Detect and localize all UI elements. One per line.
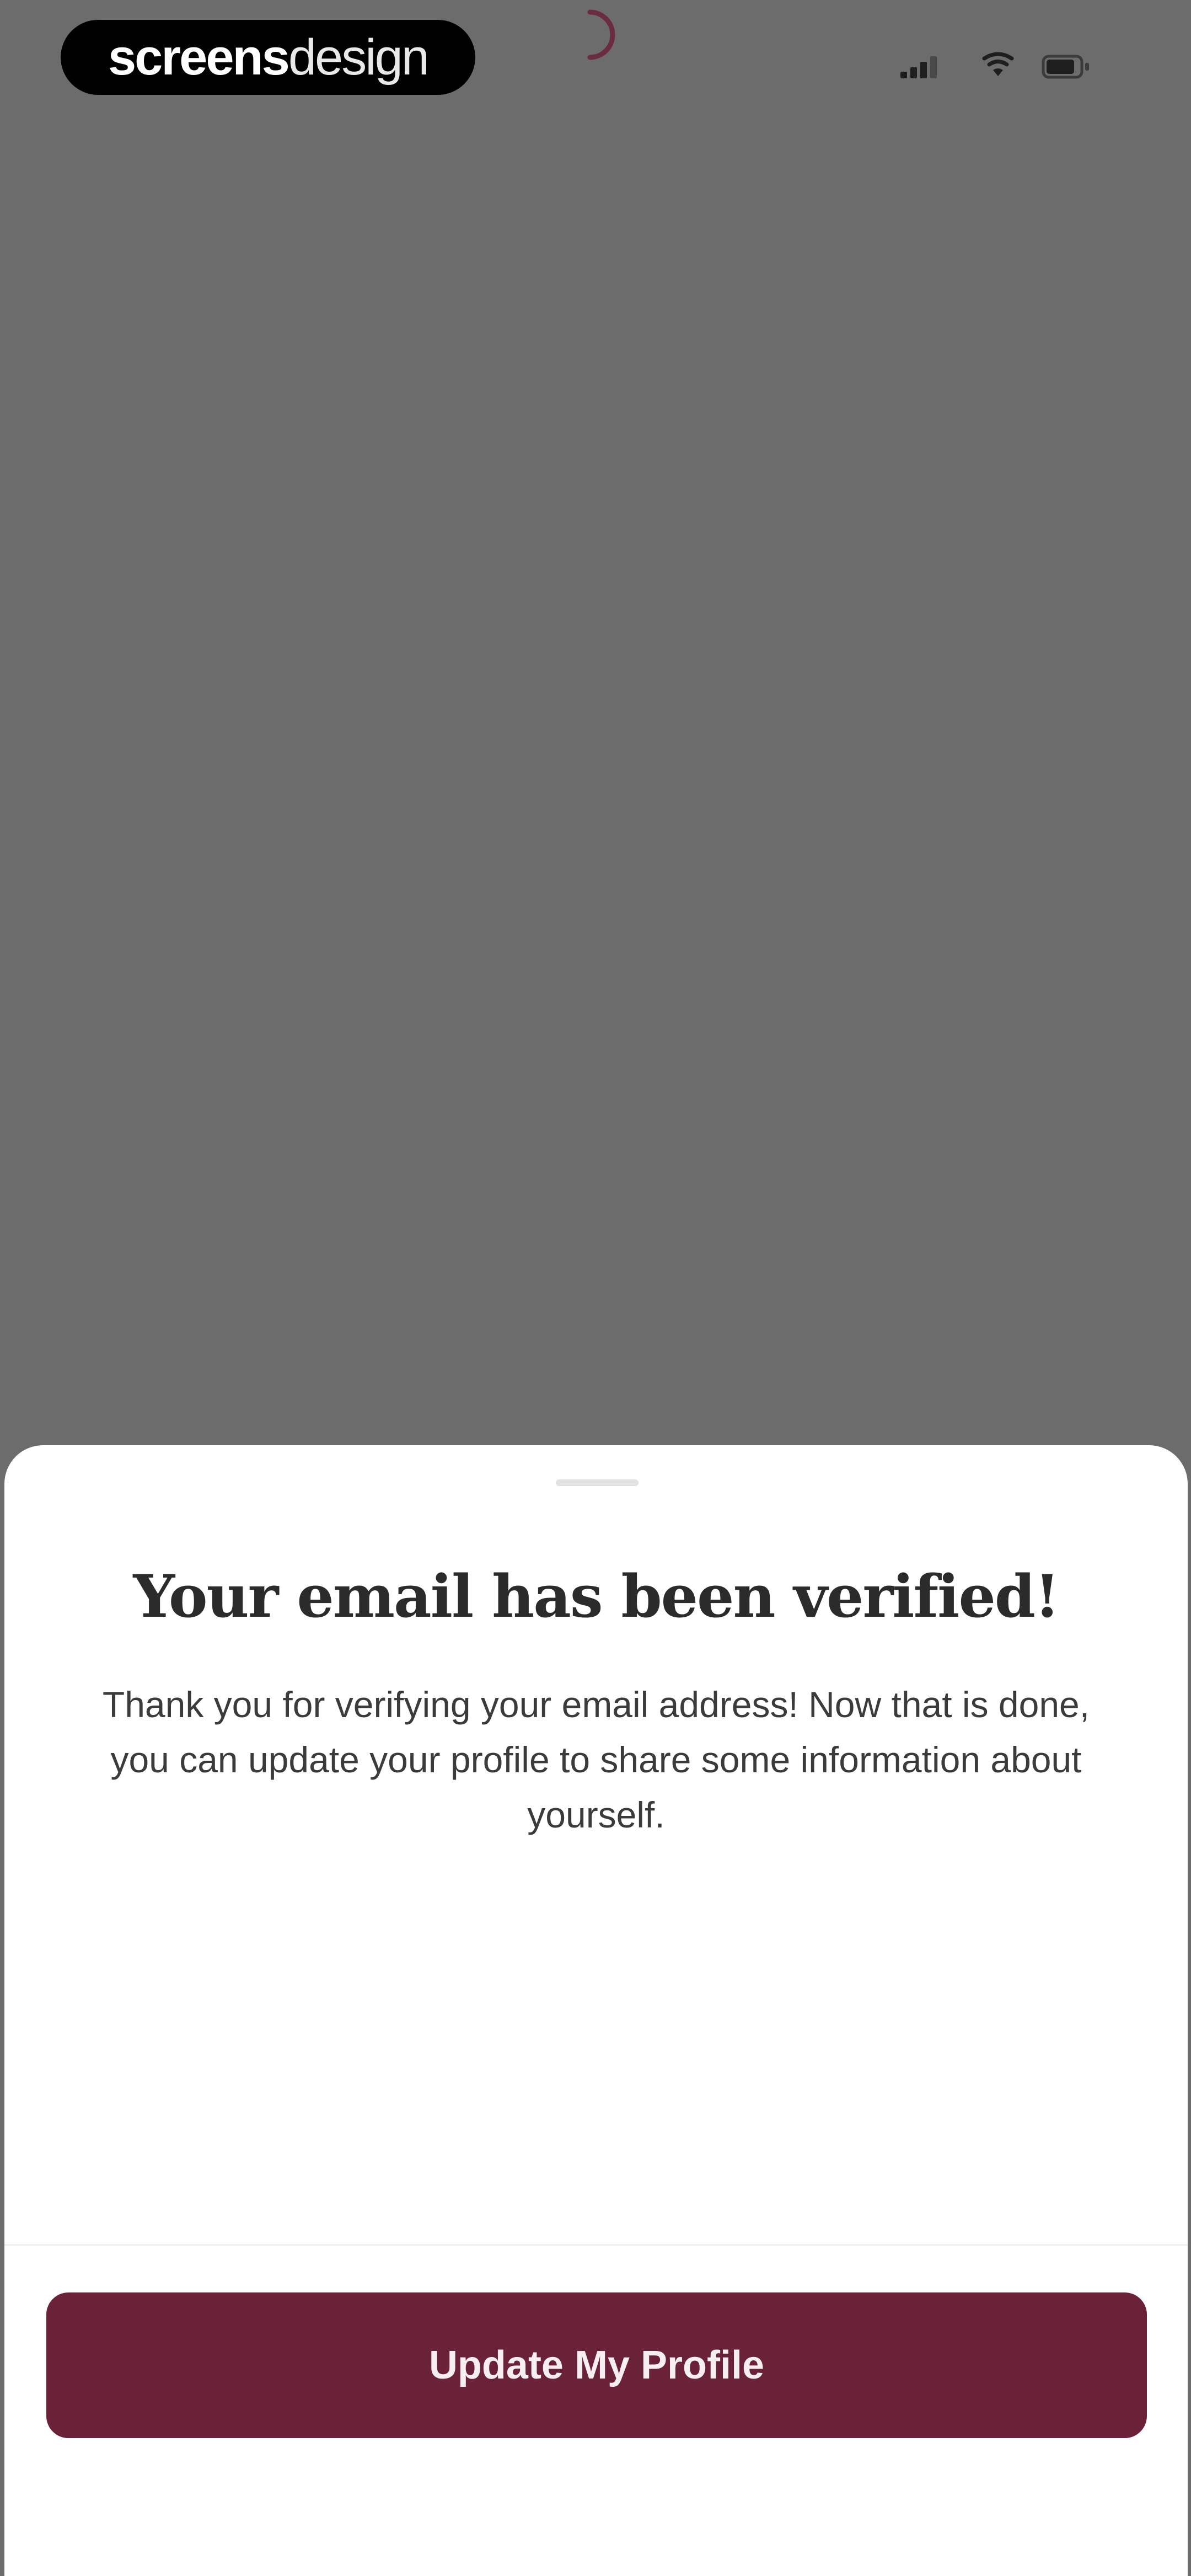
sheet-title: Your email has been verified! bbox=[133, 1562, 1060, 1631]
battery-icon bbox=[1042, 55, 1089, 79]
status-icons bbox=[900, 52, 1089, 79]
loading-spinner-icon bbox=[587, 9, 615, 60]
screensdesign-logo: screens design bbox=[61, 20, 475, 95]
verification-bottom-sheet: Your email has been verified! Thank you … bbox=[4, 1445, 1188, 2576]
sheet-message: Thank you for verifying your email addre… bbox=[102, 1684, 1090, 1835]
sheet-grabber-handle[interactable] bbox=[556, 1479, 639, 1486]
update-my-profile-button[interactable]: Update My Profile bbox=[46, 2292, 1147, 2438]
divider bbox=[4, 2244, 1188, 2246]
wifi-icon bbox=[982, 52, 1014, 76]
logo-text-light: design bbox=[288, 29, 430, 85]
signal-icon bbox=[900, 56, 937, 78]
logo-text-bold: screens bbox=[108, 29, 290, 85]
status-bar: screens design bbox=[0, 0, 1191, 116]
